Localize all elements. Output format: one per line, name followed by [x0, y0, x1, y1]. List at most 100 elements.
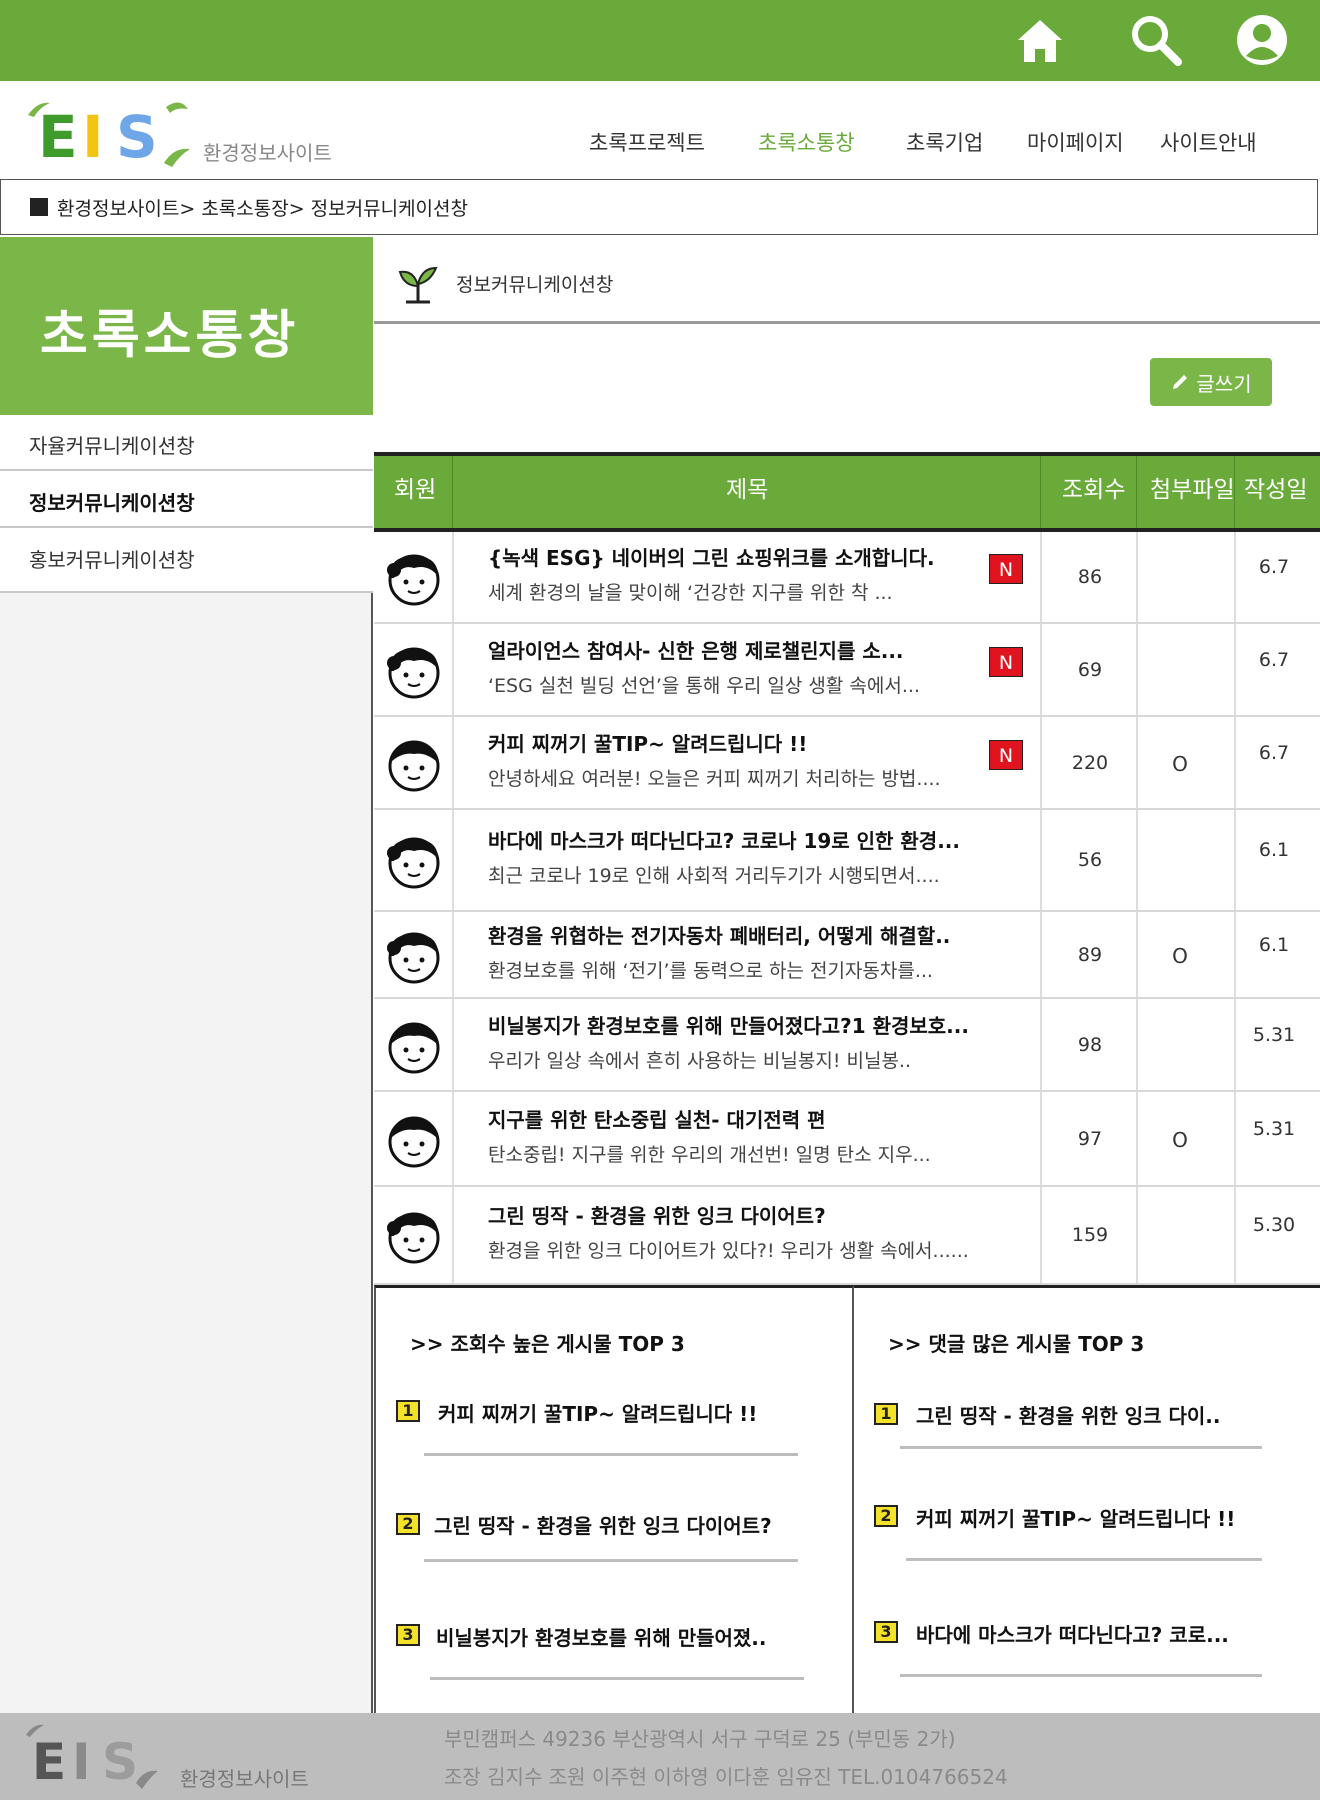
post-summary: 환경보호를 위해 ‘전기’를 동력으로 하는 전기자동차를...: [488, 959, 933, 982]
column-divider: [1136, 1092, 1138, 1185]
nav-item-mypage[interactable]: 마이페이지: [1027, 127, 1124, 157]
write-post-label: 글쓰기: [1196, 373, 1252, 396]
header-divider: [1136, 456, 1137, 528]
top-views-item-3[interactable]: 비닐봉지가 환경보호를 위해 만들어졌..: [436, 1622, 766, 1651]
post-attachment: O: [1172, 1127, 1188, 1152]
sidebar-item-label: 정보커뮤니케이션창: [29, 491, 195, 515]
post-title[interactable]: 커피 찌꺼기 꿀TIP~ 알려드립니다 !!: [488, 728, 807, 757]
top-views-item-1[interactable]: 커피 찌꺼기 꿀TIP~ 알려드립니다 !!: [438, 1398, 757, 1427]
post-title[interactable]: 지구를 위한 탄소중립 실천- 대기전력 편: [488, 1104, 826, 1133]
top-views-item-2[interactable]: 그린 띵작 - 환경을 위한 잉크 다이어트?: [434, 1510, 772, 1539]
pencil-icon: [1173, 375, 1188, 389]
breadcrumb: 환경정보사이트> 초록소통장> 정보커뮤니케이션창: [0, 179, 1318, 235]
item-underline: [424, 1559, 798, 1562]
svg-text:S: S: [116, 103, 158, 171]
member-avatar-icon: [384, 548, 444, 608]
logo-subtitle: 환경정보사이트: [203, 141, 332, 165]
post-title[interactable]: 바다에 마스크가 떠다닌다고? 코로나 19로 인한 환경...: [488, 825, 960, 854]
post-date: 6.7: [1258, 741, 1290, 764]
post-title[interactable]: 비닐봉지가 환경보호를 위해 만들어졌다고?1 환경보호...: [488, 1010, 969, 1039]
post-views: 69: [1077, 658, 1103, 681]
column-divider: [452, 532, 454, 622]
post-date: 6.7: [1258, 648, 1290, 671]
post-date: 6.1: [1258, 933, 1290, 956]
top-comments-item-3[interactable]: 바다에 마스크가 떠다닌다고? 코로...: [916, 1619, 1229, 1648]
column-divider: [1040, 717, 1042, 808]
member-avatar-icon: [384, 926, 444, 986]
post-date: 5.30: [1252, 1214, 1296, 1236]
sidebar-item-label: 홍보커뮤니케이션창: [29, 548, 195, 572]
svg-text:E: E: [32, 1733, 66, 1791]
top-comments-item-1[interactable]: 그린 띵작 - 환경을 위한 잉크 다이..: [916, 1400, 1220, 1429]
header-member: 회원: [394, 477, 437, 503]
table-row[interactable]: 커피 찌꺼기 꿀TIP~ 알려드립니다 !! 안녕하세요 여러분! 오늘은 커피 …: [374, 717, 1320, 810]
table-row[interactable]: 그린 띵작 - 환경을 위한 잉크 다이어트? 환경을 위한 잉크 다이어트가 있…: [374, 1187, 1320, 1285]
svg-text:S: S: [102, 1733, 138, 1791]
member-avatar-icon: [384, 641, 444, 701]
member-avatar-icon: [384, 1110, 444, 1170]
column-divider: [1136, 624, 1138, 715]
post-views: 86: [1077, 566, 1103, 588]
table-row[interactable]: 환경을 위협하는 전기자동차 폐배터리, 어떻게 해결할.. 환경보호를 위해 ‘…: [374, 912, 1320, 999]
sidebar-item-free-communication[interactable]: 자율커뮤니케이션창: [0, 415, 373, 471]
table-row[interactable]: 바다에 마스크가 떠다닌다고? 코로나 19로 인한 환경... 최근 코로나 1…: [374, 810, 1320, 912]
table-row[interactable]: 얼라이언스 참여사- 신한 은행 제로챌린지를 소... ‘ESG 실천 빌딩 선…: [374, 624, 1320, 717]
post-summary: 환경을 위한 잉크 다이어트가 있다?! 우리가 생활 속에서......: [488, 1240, 969, 1262]
nav-item-green-communication[interactable]: 초록소통창: [758, 127, 855, 157]
column-divider: [1136, 912, 1138, 997]
table-row[interactable]: {녹색 ESG} 네이버의 그린 쇼핑위크를 소개합니다. 세계 환경의 날을 맞…: [374, 532, 1320, 624]
sidebar-background: [0, 593, 373, 1713]
write-post-button[interactable]: 글쓰기: [1150, 358, 1272, 406]
header-attachment: 첨부파일: [1150, 477, 1235, 503]
post-date: 5.31: [1252, 1023, 1296, 1046]
item-underline: [430, 1677, 804, 1680]
nav-item-green-company[interactable]: 초록기업: [906, 127, 983, 157]
post-summary: 우리가 일상 속에서 흔히 사용하는 비닐봉지! 비닐봉..: [488, 1049, 912, 1072]
column-divider: [1040, 1187, 1042, 1283]
post-summary: 탄소중립! 지구를 위한 우리의 개선번! 일명 탄소 지우...: [488, 1143, 931, 1166]
table-row[interactable]: 비닐봉지가 환경보호를 위해 만들어졌다고?1 환경보호... 우리가 일상 속에…: [374, 999, 1320, 1092]
top-comments-panel: >> 댓글 많은 게시물 TOP 3 1 그린 띵작 - 환경을 위한 잉크 다…: [854, 1285, 1320, 1713]
post-views: 56: [1077, 849, 1103, 871]
column-divider: [1040, 1092, 1042, 1185]
member-avatar-icon: [384, 734, 444, 794]
sidebar-item-promo-communication[interactable]: 홍보커뮤니케이션창: [0, 529, 373, 593]
top-comments-title: >> 댓글 많은 게시물 TOP 3: [888, 1332, 1145, 1356]
top-comments-item-2[interactable]: 커피 찌꺼기 꿀TIP~ 알려드립니다 !!: [916, 1503, 1235, 1532]
post-title[interactable]: 환경을 위협하는 전기자동차 폐배터리, 어떻게 해결할..: [488, 920, 950, 949]
post-attachment: O: [1172, 943, 1188, 968]
new-badge: N: [989, 646, 1023, 677]
post-summary: 안녕하세요 여러분! 오늘은 커피 찌꺼기 처리하는 방법....: [488, 767, 941, 790]
post-title[interactable]: 그린 띵작 - 환경을 위한 잉크 다이어트?: [488, 1200, 826, 1229]
header-divider: [452, 456, 453, 528]
breadcrumb-text[interactable]: 환경정보사이트> 초록소통장> 정보커뮤니케이션창: [57, 194, 468, 221]
sidebar-title-block: 초록소통창: [0, 237, 373, 415]
top-bar: [0, 0, 1320, 81]
column-divider: [1136, 810, 1138, 910]
post-title[interactable]: 얼라이언스 참여사- 신한 은행 제로챌린지를 소...: [488, 635, 904, 664]
eis-logo[interactable]: E I S: [24, 95, 194, 175]
search-icon[interactable]: [1128, 12, 1184, 68]
user-icon[interactable]: [1234, 12, 1290, 68]
nav-item-green-project[interactable]: 초록프로젝트: [589, 127, 705, 157]
sidebar-item-info-communication[interactable]: 정보커뮤니케이션창: [0, 472, 373, 528]
home-icon[interactable]: [1012, 12, 1068, 68]
site-header: E I S 환경정보사이트 초록프로젝트 초록소통창 초록기업 마이페이지 사이…: [0, 81, 1320, 179]
footer-eis-logo: E I S: [26, 1724, 158, 1791]
item-underline: [900, 1674, 1262, 1677]
post-views: 159: [1071, 1224, 1109, 1246]
column-divider: [1136, 532, 1138, 622]
column-divider: [452, 810, 454, 910]
rank-badge: 2: [874, 1505, 898, 1527]
column-divider: [1040, 999, 1042, 1090]
table-row[interactable]: 지구를 위한 탄소중립 실천- 대기전력 편탄소중립! 지구를 위한 우리의 개…: [374, 1092, 1320, 1187]
post-title[interactable]: {녹색 ESG} 네이버의 그린 쇼핑위크를 소개합니다.: [488, 542, 935, 571]
post-views: 98: [1077, 1033, 1103, 1056]
member-avatar-icon: [384, 1016, 444, 1076]
top-views-panel: >> 조회수 높은 게시물 TOP 3 1 커피 찌꺼기 꿀TIP~ 알려드립니…: [374, 1285, 854, 1713]
post-views: 97: [1077, 1127, 1103, 1150]
footer-members: 조장 김지수 조원 이주현 이하영 이다훈 임유진 TEL.0104766524: [444, 1765, 1008, 1789]
column-divider: [452, 624, 454, 715]
nav-item-site-guide[interactable]: 사이트안내: [1160, 127, 1257, 157]
column-divider: [1136, 717, 1138, 808]
